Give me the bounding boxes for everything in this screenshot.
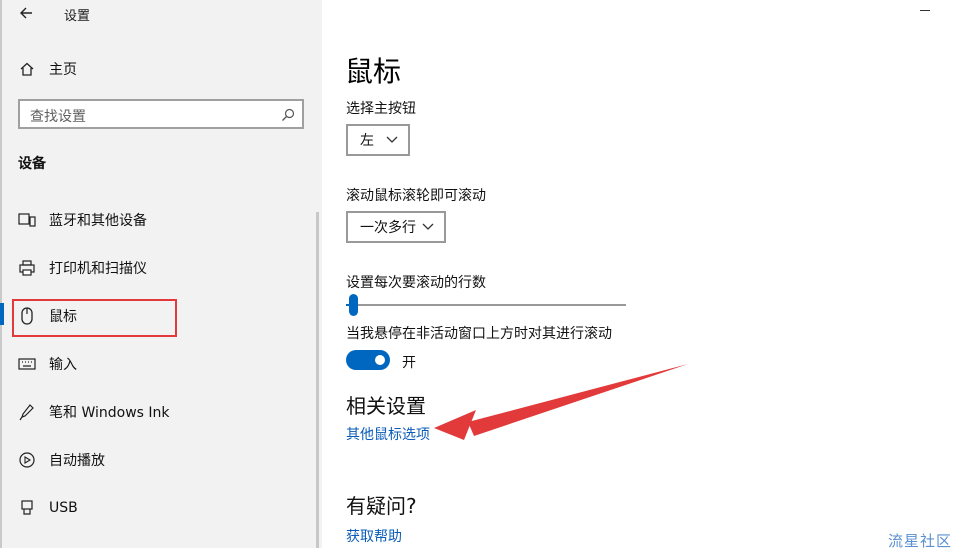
dropdown-value: 左 <box>360 133 374 149</box>
sidebar-item-label: 打印机和扫描仪 <box>49 261 147 277</box>
bluetooth-devices-icon <box>18 211 36 229</box>
minimize-icon[interactable] <box>920 10 930 11</box>
scroll-mode-dropdown[interactable]: 一次多行 <box>346 211 446 243</box>
sidebar-item-label: USB <box>49 500 78 516</box>
search-input[interactable]: 查找设置 <box>18 99 304 129</box>
help-title: 有疑问? <box>346 494 417 518</box>
group-header: 设备 <box>18 156 46 172</box>
annotation-highlight-box <box>12 299 177 337</box>
sidebar-item-usb[interactable]: USB <box>0 486 322 530</box>
inactive-scroll-toggle[interactable] <box>346 350 390 370</box>
lines-slider-thumb[interactable] <box>349 294 358 316</box>
related-settings-title: 相关设置 <box>346 394 426 418</box>
primary-button-label: 选择主按钮 <box>346 101 416 117</box>
sidebar-item-label: 笔和 Windows Ink <box>49 405 170 421</box>
page-title: 鼠标 <box>345 55 402 88</box>
sidebar-item-label: 输入 <box>49 357 77 373</box>
keyboard-icon <box>18 355 36 373</box>
sidebar-item-label: 蓝牙和其他设备 <box>49 213 147 229</box>
search-icon <box>282 108 295 121</box>
back-arrow-icon[interactable] <box>16 2 38 24</box>
sidebar-item-home[interactable]: 主页 <box>0 47 322 91</box>
sidebar-item-label: 主页 <box>49 62 77 78</box>
toggle-state-label: 开 <box>402 355 416 371</box>
inactive-scroll-label: 当我悬停在非活动窗口上方时对其进行滚动 <box>346 326 612 342</box>
home-icon <box>18 60 36 78</box>
autoplay-icon <box>18 451 36 469</box>
window-title: 设置 <box>64 9 91 24</box>
chevron-down-icon <box>422 223 434 230</box>
search-placeholder: 查找设置 <box>30 109 86 125</box>
sidebar-item-bluetooth[interactable]: 蓝牙和其他设备 <box>0 198 322 242</box>
sidebar-item-label: 自动播放 <box>49 453 105 469</box>
usb-icon <box>18 499 36 517</box>
get-help-link[interactable]: 获取帮助 <box>346 526 402 546</box>
pen-icon <box>18 403 36 421</box>
sidebar-item-typing[interactable]: 输入 <box>0 342 322 386</box>
printer-icon <box>18 259 36 277</box>
sidebar-item-autoplay[interactable]: 自动播放 <box>0 438 322 482</box>
sidebar-item-pen[interactable]: 笔和 Windows Ink <box>0 390 322 434</box>
chevron-down-icon <box>386 136 398 143</box>
dropdown-value: 一次多行 <box>360 220 416 236</box>
other-mouse-options-link[interactable]: 其他鼠标选项 <box>346 424 430 444</box>
scroll-mode-label: 滚动鼠标滚轮即可滚动 <box>346 188 486 204</box>
lines-slider-track[interactable] <box>346 304 626 306</box>
primary-button-dropdown[interactable]: 左 <box>346 124 410 156</box>
lines-to-scroll-label: 设置每次要滚动的行数 <box>346 275 486 291</box>
sidebar-item-printers[interactable]: 打印机和扫描仪 <box>0 246 322 290</box>
